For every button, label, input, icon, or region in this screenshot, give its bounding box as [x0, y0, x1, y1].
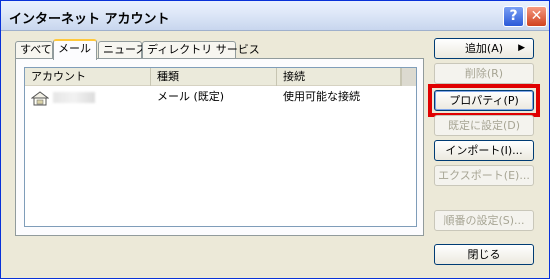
column-header-type[interactable]: 種類	[151, 68, 277, 86]
window-title: インターネット アカウント	[9, 12, 170, 27]
table-row[interactable]: メール (既定) 使用可能な接続	[25, 88, 416, 106]
account-list[interactable]: アカウント 種類 接続 メール (既定) 使用可能な接続	[24, 67, 417, 227]
import-button[interactable]: インポート(I)...	[434, 140, 534, 161]
account-name-redacted	[53, 88, 95, 106]
mail-account-icon	[31, 91, 49, 106]
help-button[interactable]: ?	[503, 6, 524, 27]
header-filler	[401, 68, 416, 86]
account-connection: 使用可能な接続	[283, 90, 360, 103]
add-button-label: 追加(A)	[464, 42, 504, 55]
set-order-button[interactable]: 順番の設定(S)...	[434, 210, 534, 231]
redacted-text	[53, 91, 95, 103]
close-button[interactable]: 閉じる	[434, 244, 534, 265]
list-header: アカウント 種類 接続	[25, 68, 416, 86]
help-icon: ?	[509, 8, 518, 24]
highlight-annotation-frame	[428, 84, 540, 117]
tab-mail[interactable]: メール	[53, 39, 97, 60]
close-icon: ✕	[530, 8, 543, 24]
submenu-arrow-icon: ▶	[518, 43, 525, 53]
export-button[interactable]: エクスポート(E)...	[434, 165, 534, 186]
tab-all[interactable]: すべて	[15, 41, 53, 59]
account-type: メール (既定)	[157, 90, 225, 103]
close-window-button[interactable]: ✕	[526, 6, 547, 27]
mail-tab-panel: アカウント 種類 接続 メール (既定) 使用可能な接続	[15, 58, 424, 236]
internet-accounts-dialog: インターネット アカウント ? ✕ すべて メール ニュース ディレクトリ サー…	[0, 0, 550, 279]
set-default-button[interactable]: 既定に設定(D)	[434, 115, 534, 136]
add-button[interactable]: 追加(A) ▶	[434, 38, 534, 59]
title-bar: インターネット アカウント ? ✕	[1, 1, 549, 31]
tab-directory-service[interactable]: ディレクトリ サービス	[142, 41, 260, 59]
column-header-connection[interactable]: 接続	[277, 68, 401, 86]
remove-button[interactable]: 削除(R)	[434, 63, 534, 84]
column-header-account[interactable]: アカウント	[25, 68, 151, 86]
tab-news[interactable]: ニュース	[98, 41, 146, 59]
